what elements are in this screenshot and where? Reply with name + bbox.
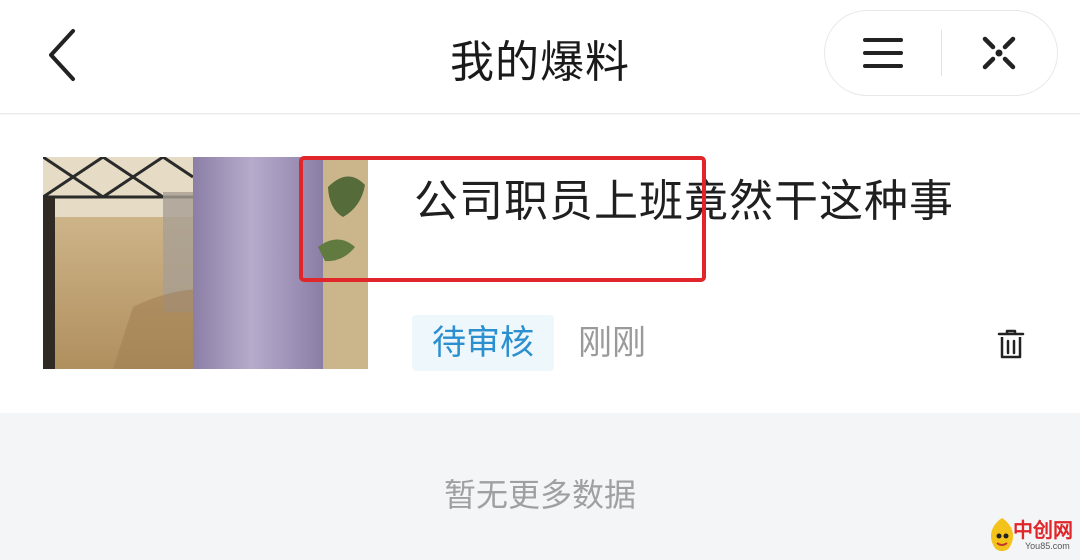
watermark-subtext: You85.com [1025, 541, 1070, 551]
empty-state-text: 暂无更多数据 [443, 476, 636, 514]
close-button[interactable] [942, 10, 1058, 96]
watermark-logo: 中创网 You85.com [985, 510, 1080, 560]
status-badge: 待审核 [412, 315, 554, 371]
watermark-text: 中创网 [1013, 518, 1073, 542]
menu-icon [862, 38, 903, 68]
annotation-highlight-box [299, 156, 706, 282]
navigation-bar: 我的爆料 [0, 0, 1080, 114]
delete-button[interactable] [992, 325, 1030, 363]
menu-button[interactable] [825, 10, 941, 96]
trash-icon [997, 329, 1025, 359]
mini-program-capsule [824, 10, 1058, 96]
page: 我的爆料 公司职员上班竟然干这种事 待审核 刚刚 暂无更多数据 中创网 You8… [0, 0, 1080, 560]
close-capsule-icon [983, 36, 1016, 70]
timestamp: 刚刚 [578, 323, 646, 363]
